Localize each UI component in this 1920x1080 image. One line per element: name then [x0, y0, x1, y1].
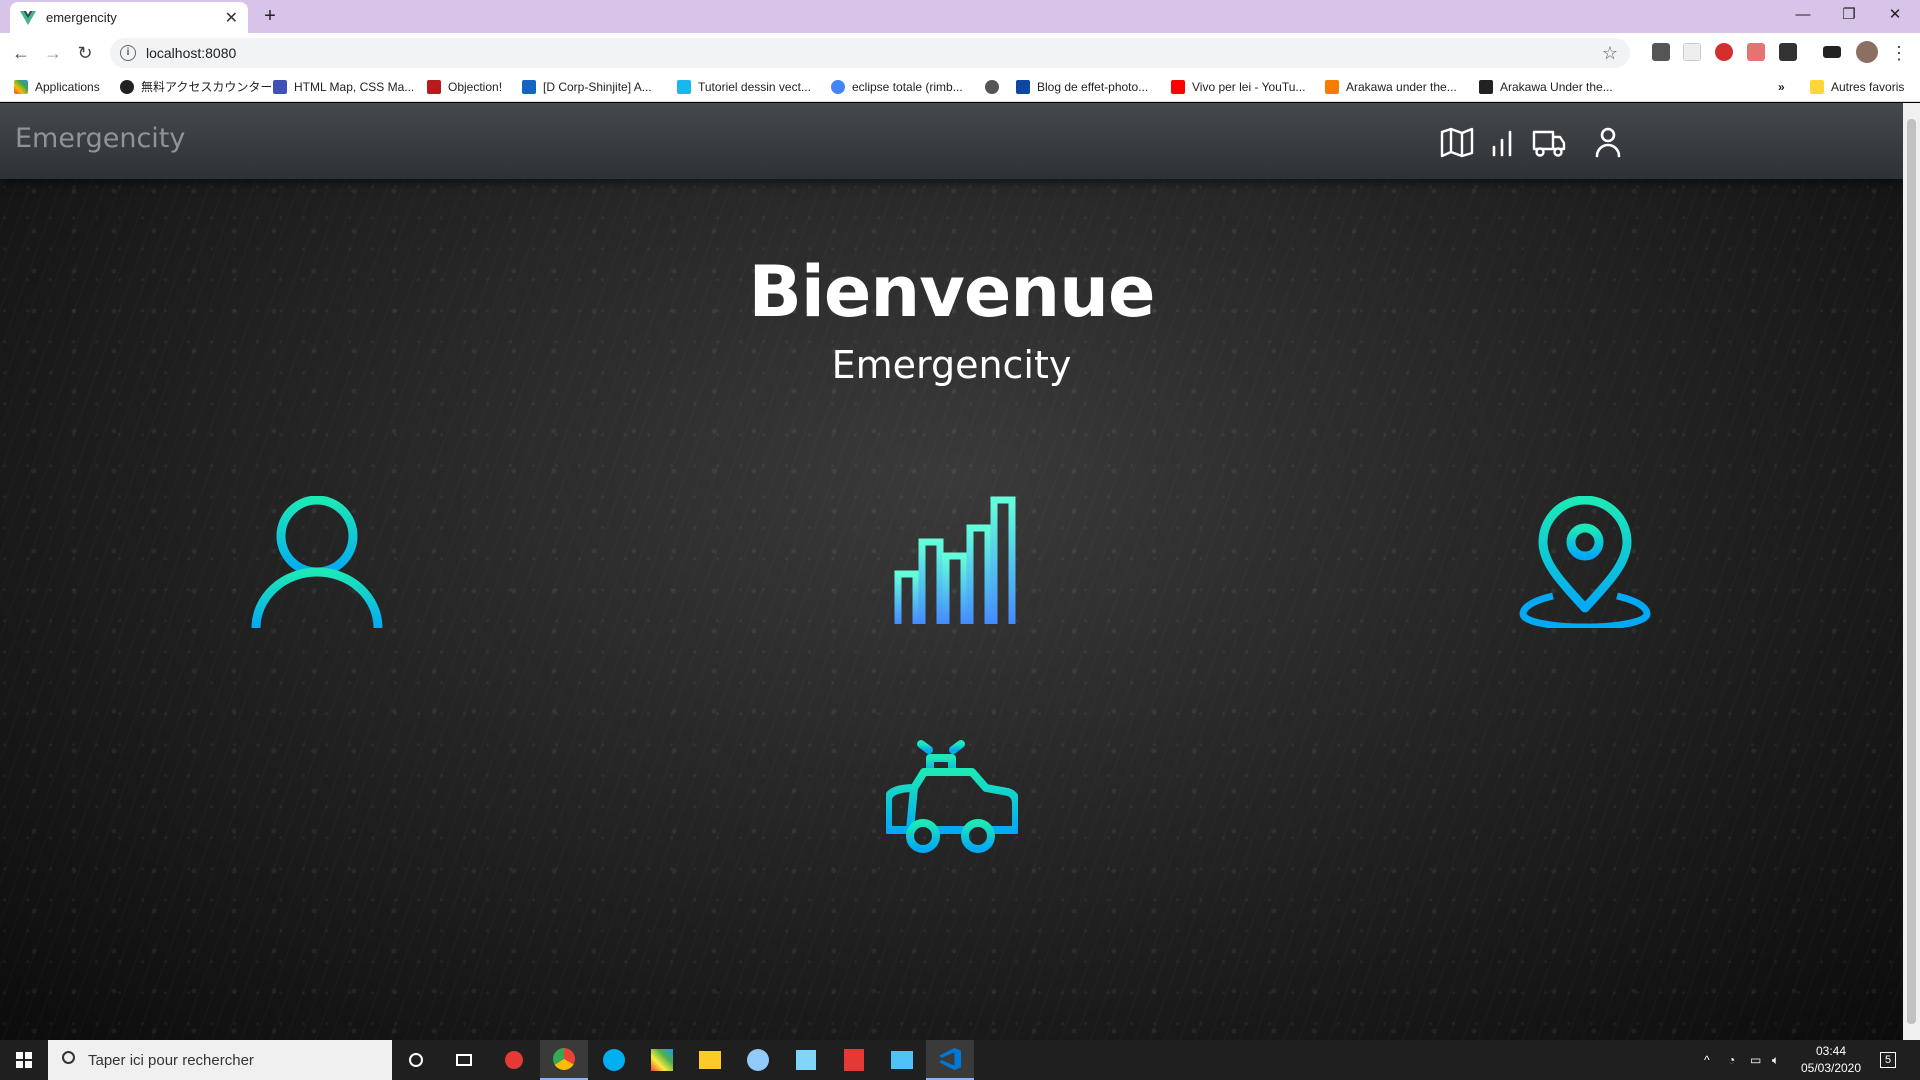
network-icon[interactable]: ◔: [1728, 1040, 1735, 1080]
eyedropper-extension-icon[interactable]: [1652, 43, 1670, 61]
bookmark-item[interactable]: HTML Map, CSS Ma...: [273, 71, 414, 102]
app-viewport: Emergencity Bienvenue Emergencity: [0, 103, 1903, 1040]
battery-icon[interactable]: ▭: [1750, 1040, 1761, 1080]
browser-tab[interactable]: emergencity ✕: [10, 2, 248, 33]
bookmark-favicon-icon: [1479, 79, 1493, 94]
bookmark-favicon-icon: [273, 79, 287, 94]
bookmark-item[interactable]: Arakawa Under the...: [1479, 71, 1613, 102]
search-icon: [62, 1051, 75, 1064]
folder-icon: [1810, 79, 1824, 94]
bookmark-item[interactable]: Arakawa under the...: [1325, 71, 1457, 102]
forward-icon[interactable]: →: [40, 40, 66, 66]
location-pin-icon[interactable]: [1519, 496, 1651, 628]
truck-icon[interactable]: [1532, 125, 1566, 159]
bookmark-favicon-icon: [1325, 79, 1339, 94]
taskbar-app-icon[interactable]: [490, 1040, 538, 1080]
bookmark-item[interactable]: [D Corp-Shinjite] A...: [522, 71, 652, 102]
close-window-button[interactable]: ✕: [1872, 0, 1918, 30]
chrome-taskbar-icon[interactable]: [540, 1040, 588, 1080]
vue-favicon-icon: [20, 10, 36, 25]
bookmark-favicon-icon: [427, 79, 441, 94]
bookmarks-overflow-button[interactable]: »: [1778, 71, 1785, 102]
cast-extension-icon[interactable]: [1747, 43, 1765, 61]
address-bar[interactable]: i localhost:8080 ☆: [110, 38, 1630, 68]
bookmark-item[interactable]: Applications: [14, 71, 100, 102]
bookmark-item[interactable]: Vivo per lei - YouTu...: [1171, 71, 1305, 102]
task-view-icon[interactable]: [440, 1040, 488, 1080]
other-bookmarks-folder[interactable]: Autres favoris: [1810, 71, 1904, 102]
bookmark-item[interactable]: Tutoriel dessin vect...: [677, 71, 811, 102]
page-scrollbar[interactable]: [1903, 103, 1920, 1040]
volume-icon[interactable]: 🔈︎: [1772, 1040, 1779, 1080]
bookmark-item[interactable]: Blog de effet-photo...: [1016, 71, 1148, 102]
back-icon[interactable]: ←: [8, 40, 34, 66]
restore-button[interactable]: ❐: [1826, 0, 1872, 30]
media-queue-icon[interactable]: [1823, 46, 1841, 58]
app-brand[interactable]: Emergencity: [15, 123, 185, 154]
bookmarks-bar: Applications 無料アクセスカウンター... HTML Map, CS…: [0, 71, 1920, 102]
skype-taskbar-icon[interactable]: [590, 1040, 638, 1080]
police-car-icon[interactable]: [886, 732, 1018, 864]
apps-grid-icon: [14, 79, 28, 94]
tab-close-icon[interactable]: ✕: [225, 8, 238, 28]
new-tab-button[interactable]: +: [258, 4, 282, 28]
browser-toolbar: ← → ↻ i localhost:8080 ☆ ⋮: [0, 33, 1920, 71]
taskbar-app-icon[interactable]: [830, 1040, 878, 1080]
google-favicon-icon: [831, 79, 845, 94]
welcome-title: Bienvenue: [748, 251, 1156, 333]
tag-extension-icon[interactable]: [1779, 43, 1797, 61]
welcome-subtitle: Emergencity: [831, 343, 1072, 387]
windows-taskbar: Taper ici pour rechercher ^ ◔ ▭ 🔈︎ 03:44…: [0, 1040, 1920, 1080]
bookmark-star-icon[interactable]: ☆: [1602, 43, 1618, 64]
taskbar-app-icon[interactable]: [878, 1040, 926, 1080]
windows-start-icon[interactable]: [0, 1040, 48, 1080]
taskbar-app-icon[interactable]: [638, 1040, 686, 1080]
taskbar-app-icon[interactable]: [782, 1040, 830, 1080]
bookmark-favicon-icon: [120, 79, 134, 94]
bar-chart-icon[interactable]: [886, 496, 1018, 628]
user-icon[interactable]: [251, 496, 383, 628]
browser-tab-strip: emergencity ✕ + — ❐ ✕: [0, 0, 1920, 33]
profile-avatar[interactable]: [1856, 41, 1878, 63]
bookmark-item[interactable]: Objection!: [427, 71, 502, 102]
menu-kebab-icon[interactable]: ⋮: [1886, 40, 1912, 66]
taskbar-app-icon[interactable]: [734, 1040, 782, 1080]
minimize-button[interactable]: —: [1780, 0, 1826, 30]
user-icon[interactable]: [1591, 125, 1625, 159]
file-explorer-icon[interactable]: [686, 1040, 734, 1080]
tray-overflow-icon[interactable]: ^: [1704, 1040, 1710, 1080]
clock-icon: [985, 79, 999, 94]
notification-center-icon[interactable]: 5: [1880, 1040, 1897, 1080]
bookmark-favicon-icon: [1016, 79, 1030, 94]
stats-icon[interactable]: [1487, 125, 1521, 159]
blank-extension-icon[interactable]: [1683, 43, 1701, 61]
map-icon[interactable]: [1440, 125, 1474, 159]
bookmark-item[interactable]: eclipse totale (rimb...: [831, 71, 963, 102]
scrollbar-thumb[interactable]: [1907, 119, 1916, 1024]
vimeo-favicon-icon: [677, 79, 691, 94]
bookmark-item[interactable]: 無料アクセスカウンター...: [120, 71, 282, 102]
site-info-icon[interactable]: i: [120, 45, 136, 61]
reload-icon[interactable]: ↻: [72, 40, 98, 66]
app-header: Emergencity: [0, 103, 1903, 179]
bookmark-favicon-icon: [522, 79, 536, 94]
taskbar-search-input[interactable]: Taper ici pour rechercher: [48, 1040, 392, 1080]
adblock-extension-icon[interactable]: [1715, 43, 1733, 61]
vscode-taskbar-icon[interactable]: [926, 1040, 974, 1080]
cortana-icon[interactable]: [392, 1040, 440, 1080]
tab-title: emergencity: [46, 10, 117, 25]
youtube-favicon-icon: [1171, 79, 1185, 94]
url-text: localhost:8080: [146, 45, 237, 61]
history-icon[interactable]: [985, 71, 1006, 102]
taskbar-clock[interactable]: 03:44 05/03/2020: [1786, 1043, 1876, 1077]
